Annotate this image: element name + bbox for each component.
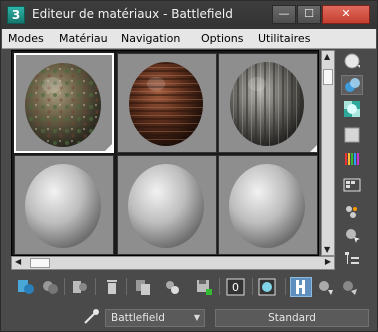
sample-slot-6[interactable] bbox=[218, 155, 318, 255]
material-name-row: Battlefield ▼ Standard bbox=[1, 303, 377, 331]
video-color-check-icon[interactable] bbox=[341, 149, 363, 169]
close-button[interactable]: ✕ bbox=[322, 5, 370, 24]
vertical-scroll-thumb[interactable] bbox=[323, 69, 333, 85]
toolbar-separator bbox=[252, 278, 253, 295]
scroll-down-arrow-icon[interactable]: ▼ bbox=[324, 245, 330, 254]
svg-text:0: 0 bbox=[232, 281, 239, 294]
grey-wood-sphere bbox=[230, 62, 304, 146]
maximize-button[interactable]: ☐ bbox=[297, 5, 321, 24]
menu-material[interactable]: Matériau bbox=[59, 32, 108, 45]
scroll-up-arrow-icon[interactable]: ▲ bbox=[324, 52, 330, 61]
background-pattern-icon[interactable] bbox=[341, 99, 363, 119]
material-id-channel-icon[interactable]: 0 bbox=[225, 277, 247, 297]
sample-slot-1[interactable] bbox=[14, 53, 114, 153]
toolbar-separator bbox=[95, 278, 96, 295]
toolbar-separator bbox=[126, 278, 127, 295]
menu-options[interactable]: Options bbox=[201, 32, 243, 45]
slots-horizontal-scrollbar[interactable]: ◀ ▶ bbox=[11, 256, 335, 270]
slot-corner-marker bbox=[105, 144, 112, 151]
sample-slot-4[interactable] bbox=[14, 155, 114, 255]
show-shaded-in-viewport-icon[interactable] bbox=[257, 277, 279, 297]
horizontal-scroll-thumb[interactable] bbox=[30, 258, 50, 268]
toolbar-separator bbox=[285, 278, 286, 295]
options-icon[interactable] bbox=[341, 201, 363, 221]
minimize-button[interactable]: — bbox=[272, 5, 296, 24]
side-toolbar bbox=[337, 51, 367, 276]
menu-utilities[interactable]: Utilitaires bbox=[258, 32, 310, 45]
default-sphere bbox=[25, 164, 101, 248]
default-sphere bbox=[128, 164, 204, 248]
put-to-library-icon[interactable] bbox=[193, 277, 215, 297]
default-sphere bbox=[229, 164, 305, 248]
menu-navigation[interactable]: Navigation bbox=[121, 32, 180, 45]
sample-slot-3[interactable] bbox=[218, 53, 318, 153]
get-material-icon[interactable] bbox=[15, 277, 37, 297]
put-to-scene-icon[interactable] bbox=[39, 277, 61, 297]
chevron-down-icon: ▼ bbox=[193, 313, 200, 322]
material-editor-window: 3 Editeur de matériaux - Battlefield — ☐… bbox=[0, 0, 378, 332]
toolbar-separator bbox=[64, 278, 65, 295]
select-by-material-icon[interactable] bbox=[341, 225, 363, 245]
pick-material-eyedropper-icon[interactable] bbox=[81, 307, 101, 327]
sample-slot-2[interactable] bbox=[117, 53, 217, 153]
material-map-navigator-icon[interactable] bbox=[341, 249, 363, 269]
toolbar-separator bbox=[219, 278, 220, 295]
sample-slots-grid bbox=[11, 50, 319, 256]
go-to-parent-icon[interactable] bbox=[314, 277, 336, 297]
sample-type-sphere-icon[interactable] bbox=[341, 51, 363, 71]
assign-to-selection-icon[interactable] bbox=[69, 277, 91, 297]
app-icon: 3 bbox=[7, 6, 25, 24]
sample-slot-5[interactable] bbox=[117, 155, 217, 255]
menu-modes[interactable]: Modes bbox=[8, 32, 44, 45]
make-copy-icon[interactable] bbox=[132, 277, 154, 297]
wood-sphere bbox=[129, 62, 203, 146]
material-type-button[interactable]: Standard bbox=[215, 309, 369, 327]
mossy-rock-sphere bbox=[25, 63, 101, 147]
material-name-dropdown[interactable]: Battlefield ▼ bbox=[105, 309, 205, 327]
scroll-right-arrow-icon[interactable]: ▶ bbox=[325, 257, 331, 266]
menu-bar: Modes Matériau Navigation Options Utilit… bbox=[2, 29, 376, 49]
scroll-left-arrow-icon[interactable]: ◀ bbox=[15, 257, 21, 266]
material-name-value: Battlefield bbox=[111, 312, 165, 324]
show-end-result-icon[interactable] bbox=[290, 277, 312, 297]
go-forward-to-sibling-icon[interactable] bbox=[338, 277, 360, 297]
reset-map-icon[interactable] bbox=[101, 277, 123, 297]
window-title: Editeur de matériaux - Battlefield bbox=[32, 7, 233, 21]
sample-uv-tiling-icon[interactable] bbox=[341, 125, 363, 145]
title-bar[interactable]: 3 Editeur de matériaux - Battlefield — ☐… bbox=[1, 1, 377, 29]
backlight-icon[interactable] bbox=[341, 75, 363, 95]
make-preview-icon[interactable] bbox=[341, 175, 363, 195]
bottom-toolbar: 0 bbox=[9, 275, 369, 299]
slots-vertical-scrollbar[interactable]: ▲ ▼ bbox=[321, 50, 335, 256]
slot-corner-marker bbox=[310, 145, 317, 152]
make-unique-icon[interactable] bbox=[161, 277, 183, 297]
